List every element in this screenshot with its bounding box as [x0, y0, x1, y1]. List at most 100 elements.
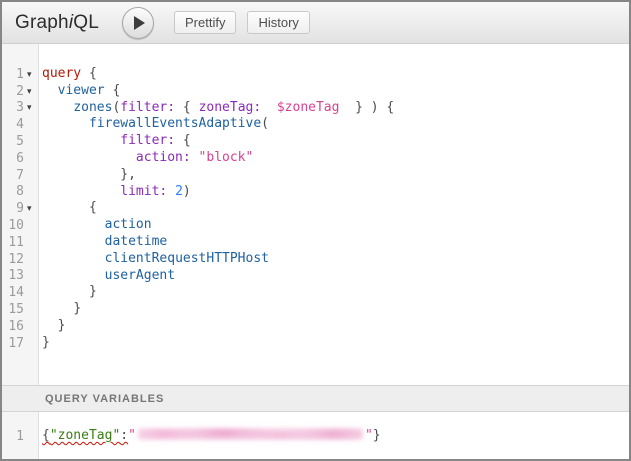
- code-line[interactable]: }: [42, 284, 629, 301]
- code-token: } ) {: [339, 100, 394, 115]
- query-variables-title: QUERY VARIABLES: [45, 393, 164, 405]
- code-token: [42, 167, 120, 182]
- code-token: action:: [136, 150, 191, 165]
- fold-arrow-icon[interactable]: ▾: [26, 204, 38, 213]
- code-line[interactable]: }: [42, 318, 629, 335]
- code-token: userAgent: [105, 268, 175, 283]
- gutter-row: 1: [2, 428, 38, 445]
- code-token: [167, 184, 175, 199]
- variables-gutter: 1: [2, 412, 39, 459]
- line-number: 5: [2, 134, 26, 149]
- gutter-row: 14: [2, 284, 38, 301]
- code-token: {: [175, 100, 198, 115]
- code-token: }: [42, 335, 50, 350]
- line-number: 15: [2, 302, 26, 317]
- gutter-row: 17: [2, 335, 38, 352]
- code-token: filter:: [120, 133, 175, 148]
- gutter-row: 7: [2, 167, 38, 184]
- code-line[interactable]: {"zoneTag":""}: [42, 428, 629, 445]
- line-number: 1: [2, 429, 26, 444]
- code-line[interactable]: action: "block": [42, 150, 629, 167]
- code-token: ": [128, 428, 136, 443]
- fold-arrow-icon[interactable]: ▾: [26, 87, 38, 96]
- line-number: 2: [2, 84, 26, 99]
- code-token: {: [105, 83, 121, 98]
- code-token: action: [105, 217, 152, 232]
- query-editor-code[interactable]: query { viewer { zones(filter: { zoneTag…: [39, 44, 629, 385]
- line-number: 1: [2, 67, 26, 82]
- code-token: [42, 150, 136, 165]
- code-token: [42, 268, 105, 283]
- code-line[interactable]: }: [42, 301, 629, 318]
- toolbar: GraphiQL Prettify History: [2, 2, 629, 44]
- line-number: 4: [2, 117, 26, 132]
- gutter-row: 11: [2, 234, 38, 251]
- code-token: [42, 184, 120, 199]
- code-token: datetime: [105, 234, 168, 249]
- code-line[interactable]: {: [42, 200, 629, 217]
- query-variables-header[interactable]: QUERY VARIABLES: [2, 385, 629, 412]
- redacted-value: [138, 428, 363, 440]
- fold-arrow-icon[interactable]: ▾: [26, 103, 38, 112]
- code-token: }: [73, 301, 81, 316]
- code-token: [42, 318, 58, 333]
- line-number-gutter: 1▾2▾3▾456789▾1011121314151617: [2, 44, 39, 385]
- code-token: {: [175, 133, 191, 148]
- history-button[interactable]: History: [247, 11, 309, 34]
- line-number: 12: [2, 252, 26, 267]
- prettify-button[interactable]: Prettify: [174, 11, 236, 34]
- code-token: zones: [73, 100, 112, 115]
- fold-arrow-icon[interactable]: ▾: [26, 70, 38, 79]
- line-number: 16: [2, 319, 26, 334]
- gutter-row: 9▾: [2, 200, 38, 217]
- line-number: 17: [2, 336, 26, 351]
- gutter-row: 13: [2, 268, 38, 285]
- code-token: "zoneTag": [50, 428, 120, 443]
- code-line[interactable]: query {: [42, 66, 629, 83]
- code-line[interactable]: viewer {: [42, 83, 629, 100]
- gutter-row: 4: [2, 116, 38, 133]
- code-token: [191, 150, 199, 165]
- execute-query-button[interactable]: [122, 7, 154, 39]
- code-token: [42, 116, 89, 131]
- code-line[interactable]: userAgent: [42, 268, 629, 285]
- line-number: 8: [2, 184, 26, 199]
- code-token: [42, 301, 73, 316]
- gutter-row: 10: [2, 217, 38, 234]
- code-line[interactable]: filter: {: [42, 133, 629, 150]
- code-token: [42, 200, 89, 215]
- line-number: 7: [2, 168, 26, 183]
- code-line[interactable]: action: [42, 217, 629, 234]
- play-icon: [134, 16, 145, 30]
- gutter-row: 12: [2, 251, 38, 268]
- code-token: [261, 100, 277, 115]
- line-number: 10: [2, 218, 26, 233]
- code-line[interactable]: },: [42, 167, 629, 184]
- code-token: clientRequestHTTPHost: [105, 251, 269, 266]
- code-line[interactable]: clientRequestHTTPHost: [42, 251, 629, 268]
- code-line[interactable]: firewallEventsAdaptive(: [42, 116, 629, 133]
- gutter-row: 3▾: [2, 100, 38, 117]
- code-line[interactable]: datetime: [42, 234, 629, 251]
- code-token: ": [365, 428, 373, 443]
- gutter-row: 8: [2, 184, 38, 201]
- code-token: 2: [175, 184, 183, 199]
- code-line[interactable]: }: [42, 335, 629, 352]
- code-token: firewallEventsAdaptive: [89, 116, 261, 131]
- code-token: {: [89, 200, 97, 215]
- code-token: [42, 234, 105, 249]
- code-token: filter:: [120, 100, 175, 115]
- variables-editor-code[interactable]: {"zoneTag":""}: [39, 412, 629, 459]
- gutter-row: 6: [2, 150, 38, 167]
- code-token: limit:: [120, 184, 167, 199]
- code-token: [42, 251, 105, 266]
- code-line[interactable]: zones(filter: { zoneTag: $zoneTag } ) {: [42, 100, 629, 117]
- code-token: [42, 83, 58, 98]
- logo-text-ql: QL: [73, 12, 99, 33]
- line-number: 9: [2, 201, 26, 216]
- line-number: 3: [2, 100, 26, 115]
- line-number: 14: [2, 285, 26, 300]
- code-token: "block": [199, 150, 254, 165]
- code-line[interactable]: limit: 2): [42, 184, 629, 201]
- code-token: zoneTag:: [199, 100, 262, 115]
